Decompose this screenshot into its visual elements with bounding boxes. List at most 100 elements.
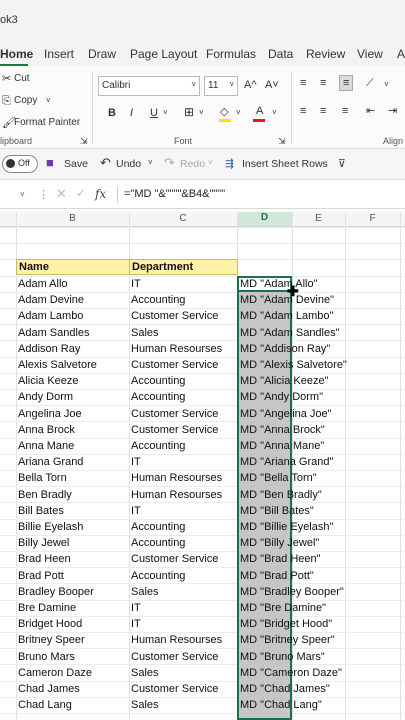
insert-function-icon[interactable]: fx — [95, 187, 106, 201]
more-options-icon[interactable]: ⋮ — [38, 188, 49, 201]
name-cell[interactable]: Adam Devine — [18, 292, 84, 308]
column-header-f[interactable]: F — [345, 213, 400, 224]
name-cell[interactable]: Bill Bates — [18, 503, 64, 519]
tab-insert[interactable]: Insert — [44, 47, 74, 61]
name-cell[interactable]: Bridget Hood — [18, 616, 82, 632]
column-header-e[interactable]: E — [292, 213, 345, 224]
insert-sheet-rows-button[interactable]: Insert Sheet Rows — [242, 158, 328, 170]
department-cell[interactable]: IT — [131, 616, 141, 632]
department-cell[interactable]: IT — [131, 503, 141, 519]
tab-formulas[interactable]: Formulas — [206, 47, 256, 61]
department-cell[interactable]: Sales — [131, 325, 159, 341]
department-cell[interactable]: Human Resourses — [131, 341, 222, 357]
cut-button[interactable]: Cut — [14, 73, 30, 84]
result-cell[interactable]: MD "Bill Bates" — [240, 503, 314, 519]
name-cell[interactable]: Addison Ray — [18, 341, 80, 357]
name-cell[interactable]: Adam Allo — [18, 276, 68, 292]
result-cell[interactable]: MD "Brad Pott" — [240, 568, 314, 584]
department-cell[interactable]: Sales — [131, 697, 159, 713]
enter-icon[interactable]: ✓ — [76, 186, 86, 200]
align-right-icon[interactable]: ≡ — [342, 104, 348, 118]
department-cell[interactable]: IT — [131, 454, 141, 470]
department-cell[interactable]: Accounting — [131, 373, 185, 389]
department-cell[interactable]: Customer Service — [131, 681, 218, 697]
chevron-down-icon[interactable]: ˅ — [272, 106, 277, 120]
result-cell[interactable]: MD "Addison Ray" — [240, 341, 330, 357]
tab-data[interactable]: Data — [268, 47, 293, 61]
formula-input[interactable]: ="MD "&""""&B4&"""" — [124, 188, 225, 200]
name-cell[interactable]: Adam Sandles — [18, 325, 90, 341]
result-cell[interactable]: MD "Chad James" — [240, 681, 330, 697]
department-cell[interactable]: Customer Service — [131, 649, 218, 665]
name-cell[interactable]: Chad Lang — [18, 697, 72, 713]
department-cell[interactable]: IT — [131, 276, 141, 292]
chevron-down-icon[interactable]: ˅ — [148, 158, 153, 167]
department-cell[interactable]: IT — [131, 600, 141, 616]
tab-draw[interactable]: Draw — [88, 47, 116, 61]
align-left-icon[interactable]: ≡ — [300, 104, 306, 118]
format-painter-button[interactable]: Format Painter — [14, 117, 80, 128]
font-name-select[interactable]: Calibri ˅ — [98, 76, 200, 96]
name-cell[interactable]: Anna Mane — [18, 438, 74, 454]
save-button[interactable]: Save — [64, 158, 88, 170]
bold-button[interactable]: B — [108, 106, 116, 120]
customize-toolbar-icon[interactable]: ⊽ — [338, 158, 346, 170]
copy-button[interactable]: Copy — [14, 95, 37, 106]
result-cell[interactable]: MD "Bridget Hood" — [240, 616, 332, 632]
grow-font-icon[interactable]: A^ — [244, 78, 257, 92]
fill-color-icon[interactable]: ◇ — [220, 105, 228, 119]
result-cell[interactable]: MD "Cameron Daze" — [240, 665, 342, 681]
department-cell[interactable]: Accounting — [131, 389, 185, 405]
increase-indent-icon[interactable]: ⇥ — [388, 104, 397, 118]
department-cell[interactable]: Customer Service — [131, 422, 218, 438]
result-cell[interactable]: MD "Andy Dorm" — [240, 389, 323, 405]
chevron-down-icon[interactable]: ˅ — [46, 94, 51, 108]
result-cell[interactable]: MD "Alicia Keeze" — [240, 373, 329, 389]
department-cell[interactable]: Sales — [131, 665, 159, 681]
name-cell[interactable]: Bradley Booper — [18, 584, 94, 600]
name-cell[interactable]: Anna Brock — [18, 422, 75, 438]
tab-home[interactable]: Home — [0, 47, 33, 61]
column-header-b[interactable]: B — [16, 213, 129, 224]
decrease-indent-icon[interactable]: ⇤ — [366, 104, 375, 118]
align-bottom-icon[interactable]: ≡ — [339, 75, 354, 91]
underline-button[interactable]: U — [150, 106, 158, 120]
column-header-d[interactable]: D — [237, 212, 292, 226]
name-cell[interactable]: Andy Dorm — [18, 389, 73, 405]
tab-more[interactable]: A — [397, 47, 405, 61]
department-cell[interactable]: Customer Service — [131, 357, 218, 373]
column-header-c[interactable]: C — [129, 213, 237, 224]
borders-icon[interactable]: ⊞ — [184, 105, 194, 119]
department-cell[interactable]: Sales — [131, 584, 159, 600]
italic-button[interactable]: I — [130, 106, 133, 120]
result-cell[interactable]: MD "Billie Eyelash" — [240, 519, 333, 535]
name-cell[interactable]: Bella Torn — [18, 470, 67, 486]
result-cell[interactable]: MD "Bradley Booper" — [240, 584, 344, 600]
result-cell[interactable]: MD "Ariana Grand" — [240, 454, 333, 470]
name-cell[interactable]: Britney Speer — [18, 632, 85, 648]
result-cell[interactable]: MD "Anna Mane" — [240, 438, 324, 454]
result-cell[interactable]: MD "Chad Lang" — [240, 697, 322, 713]
chevron-down-icon[interactable]: ˅ — [208, 158, 213, 167]
result-cell[interactable]: MD "Adam Sandles" — [240, 325, 340, 341]
name-cell[interactable]: Alicia Keeze — [18, 373, 79, 389]
department-cell[interactable]: Accounting — [131, 438, 185, 454]
chevron-down-icon[interactable]: ˅ — [384, 78, 389, 92]
name-cell[interactable]: Chad James — [18, 681, 80, 697]
tab-view[interactable]: View — [357, 47, 383, 61]
redo-button[interactable]: Redo — [180, 158, 205, 170]
department-cell[interactable]: Customer Service — [131, 551, 218, 567]
chevron-down-icon[interactable]: ˅ — [199, 106, 204, 120]
dialog-launcher-icon[interactable]: ⇲ — [80, 134, 88, 148]
department-cell[interactable]: Accounting — [131, 519, 185, 535]
department-cell[interactable]: Accounting — [131, 292, 185, 308]
department-cell[interactable]: Accounting — [131, 535, 185, 551]
result-cell[interactable]: MD "Adam Lambo" — [240, 308, 333, 324]
department-cell[interactable]: Customer Service — [131, 308, 218, 324]
name-cell[interactable]: Alexis Salvetore — [18, 357, 97, 373]
result-cell[interactable]: MD "Britney Speer" — [240, 632, 335, 648]
department-cell[interactable]: Human Resourses — [131, 632, 222, 648]
name-cell[interactable]: Cameron Daze — [18, 665, 92, 681]
department-cell[interactable]: Human Resourses — [131, 487, 222, 503]
result-cell[interactable]: MD "Ben Bradly" — [240, 487, 322, 503]
